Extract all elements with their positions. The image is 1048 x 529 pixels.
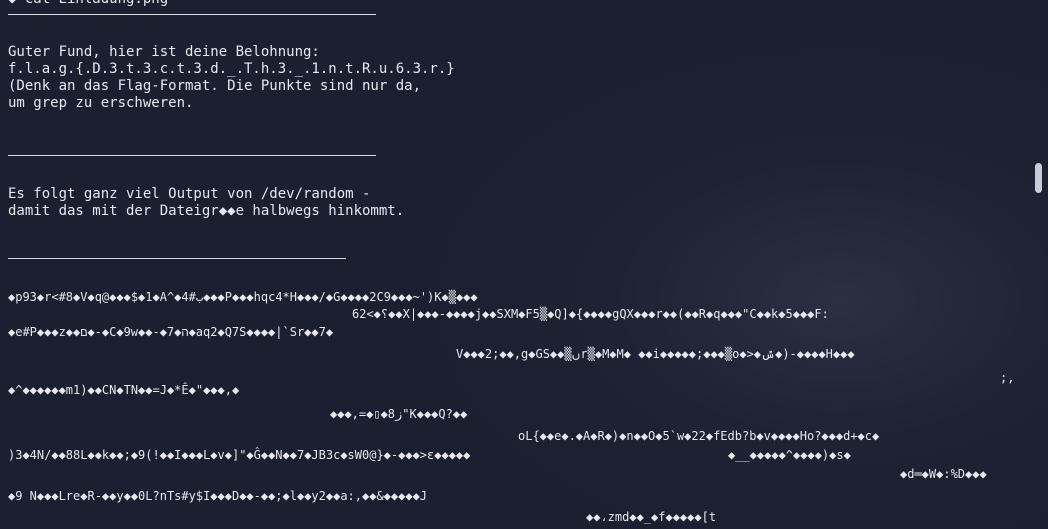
random-output-line: ◆__◆◆◆◆◆^◆◆◆◆)◆s◆	[728, 448, 851, 462]
random-output-line: ◆^◆◆◆◆◆◆m1)◆◆CN◆TN◆◆=J◆*Ê◆"◆◆◆,◆	[8, 383, 240, 397]
separator-rule	[8, 14, 376, 15]
random-output-line: ◆d═◆W◆:%D◆◆◆	[900, 467, 987, 481]
terminal-window[interactable]: ◆ cat Einladung.png Guter Fund, hier ist…	[0, 0, 1048, 529]
random-output-line: ◆e#P◆◆◆z◆◆ם◆-◆C◆9w◆◆-◆7◆ה◆aq2◆Q7S◆◆◆◆|`S…	[8, 325, 334, 339]
separator-rule	[8, 258, 346, 259]
separator-rule	[8, 155, 376, 156]
scrollbar-track[interactable]	[1034, 0, 1048, 529]
flag-hint-line: (Denk an das Flag-Format. Die Punkte sin…	[8, 78, 422, 94]
filler-text-line: damit das mit der Dateigr◆◆e halbwegs hi…	[8, 203, 405, 219]
flag-text: f.l.a.g.{.D.3.t.3.c.t.3.d._.T.h.3._.1.n.…	[8, 61, 455, 77]
random-output-line: ◆p93◆r<#8◆V◆q@◆◆◆$◆1◆A^◆4#ب◆◆◆P◆◆◆hqc4*H…	[8, 290, 478, 304]
random-output-line: ◆◆◆,=◆▯◆8ز"K◆◆◆Q?◆◆	[330, 407, 468, 421]
flag-hint-line-2: um grep zu erschweren.	[8, 95, 194, 111]
filler-text-line: Es folgt ganz viel Output von /dev/rando…	[8, 186, 371, 202]
random-output-line: V◆◆◆2;◆◆,g◆GS◆◆▒ںr▒◆M◆M◆ ◆◆i◆◆◆◆◆;◆◆◆▒o◆…	[456, 347, 855, 361]
reward-message-line: Guter Fund, hier ist deine Belohnung:	[8, 44, 320, 60]
random-output-line: )3◆4N/◆◆88L◆◆k◆◆;◆9(!◆◆I◆◆◆L◆v◆]"◆Ĝ◆◆N◆◆…	[8, 448, 471, 462]
scrollbar-thumb[interactable]	[1035, 163, 1042, 193]
random-output-line: ◆9 N◆◆◆Lre◆R-◆◆y◆◆0L?nTs#y$I◆◆◆D◆◆-◆◆;◆l…	[8, 489, 428, 503]
random-output-line: ◆◆،zmd◆◆_◆f◆◆◆◆◆[t	[586, 510, 717, 524]
command-line-partial: ◆ cat Einladung.png	[8, 0, 168, 8]
random-output-line: oL{◆◆e◆.◆A◆R◆)◆n◆◆O◆5`w◆22◆fEdb?b◆v◆◆◆◆H…	[518, 429, 880, 443]
random-output-line: 62<◆؟◆◆X|◆◆◆-◆◆◆◆j◆◆SXM◆F5▒◆Q]◆{◆◆◆◆gQX◆…	[352, 307, 829, 321]
random-output-line: ;,	[1000, 371, 1015, 385]
